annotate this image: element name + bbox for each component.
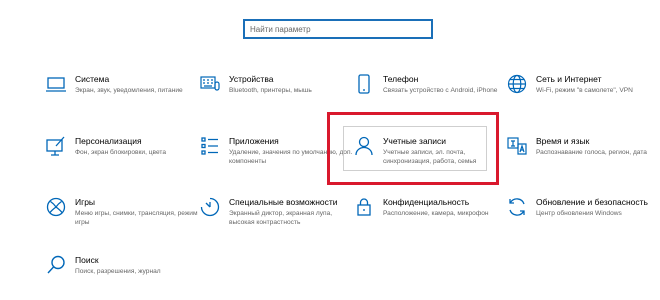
tile-time-language-title: Время и язык	[536, 136, 590, 146]
accessibility-icon	[199, 196, 221, 218]
tile-privacy[interactable]: Конфиденциальность Расположение, камера,…	[353, 196, 511, 240]
tile-update-security[interactable]: Обновление и безопасность Центр обновлен…	[506, 196, 660, 240]
tile-update-security-desc: Центр обновления Windows	[536, 210, 622, 217]
tile-personalization-title: Персонализация	[75, 136, 142, 146]
tile-accounts-title: Учетные записи	[383, 136, 447, 146]
tile-system-desc: Экран, звук, уведомления, питание	[75, 87, 183, 94]
tile-devices-title: Устройства	[229, 74, 274, 84]
time-language-icon	[506, 135, 528, 157]
tile-gaming-title: Игры	[75, 197, 96, 207]
tile-search-desc: Поиск, разрешения, журнал	[75, 268, 161, 275]
tile-accessibility-desc: Экранный диктор, экранная лупа, высокая …	[229, 210, 333, 226]
tile-phone-title: Телефон	[383, 74, 419, 84]
tile-network-desc: Wi-Fi, режим "в самолете", VPN	[536, 87, 633, 94]
tile-search[interactable]: Поиск Поиск, разрешения, журнал	[45, 254, 203, 298]
search-box[interactable]	[243, 19, 433, 39]
tile-accessibility[interactable]: Специальные возможности Экранный диктор,…	[199, 196, 357, 240]
tile-accounts[interactable]: Учетные записи Учетные записи, эл. почта…	[353, 135, 511, 179]
tile-gaming-desc: Меню игры, снимки, трансляция, режим игр…	[75, 210, 198, 226]
tile-personalization-desc: Фон, экран блокировки, цвета	[75, 149, 167, 156]
laptop-icon	[45, 73, 67, 95]
lock-icon	[353, 196, 375, 218]
search-input[interactable]	[250, 24, 426, 34]
tile-accessibility-title: Специальные возможности	[229, 197, 338, 207]
tile-network[interactable]: Сеть и Интернет Wi-Fi, режим "в самолете…	[506, 73, 660, 117]
user-icon	[353, 135, 375, 157]
tile-system-title: Система	[75, 74, 110, 84]
tile-phone[interactable]: Телефон Связать устройство с Android, iP…	[353, 73, 511, 117]
tile-system[interactable]: Система Экран, звук, уведомления, питани…	[45, 73, 203, 117]
phone-icon	[353, 73, 375, 95]
update-icon	[506, 196, 528, 218]
search-icon	[45, 254, 67, 276]
globe-icon	[506, 73, 528, 95]
tile-privacy-title: Конфиденциальность	[383, 197, 470, 207]
tile-search-title: Поиск	[75, 255, 99, 265]
keyboard-icon	[199, 73, 221, 95]
tile-personalization[interactable]: Персонализация Фон, экран блокировки, цв…	[45, 135, 203, 179]
tile-privacy-desc: Расположение, камера, микрофон	[383, 210, 489, 217]
tile-network-title: Сеть и Интернет	[536, 74, 602, 84]
tile-gaming[interactable]: Игры Меню игры, снимки, трансляция, режи…	[45, 196, 203, 240]
tile-time-language-desc: Распознавание голоса, регион, дата	[536, 149, 647, 156]
apps-list-icon	[199, 135, 221, 157]
tile-phone-desc: Связать устройство с Android, iPhone	[383, 87, 498, 94]
tile-devices[interactable]: Устройства Bluetooth, принтеры, мышь	[199, 73, 357, 117]
tile-update-security-title: Обновление и безопасность	[536, 197, 648, 207]
tile-accounts-desc: Учетные записи, эл. почта, синхронизация…	[383, 149, 477, 165]
personalization-icon	[45, 135, 67, 157]
xbox-icon	[45, 196, 67, 218]
tile-time-language[interactable]: Время и язык Распознавание голоса, регио…	[506, 135, 660, 179]
tile-devices-desc: Bluetooth, принтеры, мышь	[229, 87, 312, 94]
